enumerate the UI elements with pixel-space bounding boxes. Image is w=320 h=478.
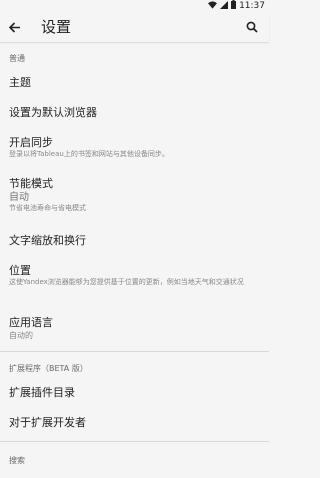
- setting-for-developers-title: 对于扩展开发者: [9, 416, 86, 429]
- setting-power-saving-desc: 节省电池寿命与省电模式: [9, 204, 86, 212]
- setting-power-saving-value: 自动: [9, 192, 29, 203]
- signal-icon: [220, 0, 229, 12]
- setting-theme-title: 主题: [9, 76, 31, 89]
- section-header-search: 搜索: [9, 456, 25, 465]
- setting-sync-desc: 登录以将Tableau上的书签和网站与其他设备同步。: [9, 150, 169, 158]
- setting-for-developers[interactable]: 对于扩展开发者: [9, 416, 265, 430]
- setting-location[interactable]: 位置 这使Yandex浏览器能够为您提供基于位置的更新，例如当地天气和交通状况: [9, 264, 265, 287]
- setting-sync-title: 开启同步: [9, 136, 53, 149]
- setting-power-saving[interactable]: 节能模式 自动 节省电池寿命与省电模式: [9, 177, 265, 213]
- search-icon: [246, 18, 258, 37]
- setting-text-zoom[interactable]: 文字缩放和换行: [9, 234, 265, 248]
- setting-location-desc: 这使Yandex浏览器能够为您提供基于位置的更新，例如当地天气和交通状况: [9, 278, 244, 286]
- setting-theme[interactable]: 主题: [9, 76, 265, 90]
- setting-sync[interactable]: 开启同步 登录以将Tableau上的书签和网站与其他设备同步。: [9, 136, 265, 159]
- toolbar: 设置: [0, 12, 269, 42]
- section-header-extensions: 扩展程序（BETA 版）: [9, 364, 88, 373]
- setting-default-browser[interactable]: 设置为默认浏览器: [9, 106, 265, 120]
- page-title: 设置: [41, 18, 72, 36]
- battery-icon: [231, 0, 237, 12]
- setting-extensions-catalog[interactable]: 扩展插件目录: [9, 386, 265, 400]
- section-header-general: 普通: [9, 54, 25, 63]
- setting-default-browser-title: 设置为默认浏览器: [9, 106, 97, 119]
- setting-extensions-catalog-title: 扩展插件目录: [9, 386, 75, 399]
- status-icons: 11:37: [208, 0, 265, 12]
- setting-language-value: 自动的: [9, 331, 33, 340]
- divider: [0, 441, 269, 442]
- setting-language[interactable]: 应用语言 自动的: [9, 316, 265, 341]
- status-bar: 11:37: [0, 0, 269, 12]
- arrow-back-icon: [8, 18, 21, 37]
- setting-power-saving-title: 节能模式: [9, 177, 53, 190]
- wifi-icon: [208, 0, 218, 12]
- search-button[interactable]: [243, 18, 261, 36]
- divider: [0, 351, 269, 352]
- status-time: 11:37: [239, 1, 265, 11]
- setting-language-title: 应用语言: [9, 316, 53, 329]
- back-button[interactable]: [6, 19, 24, 35]
- setting-location-title: 位置: [9, 264, 31, 277]
- setting-text-zoom-title: 文字缩放和换行: [9, 234, 86, 247]
